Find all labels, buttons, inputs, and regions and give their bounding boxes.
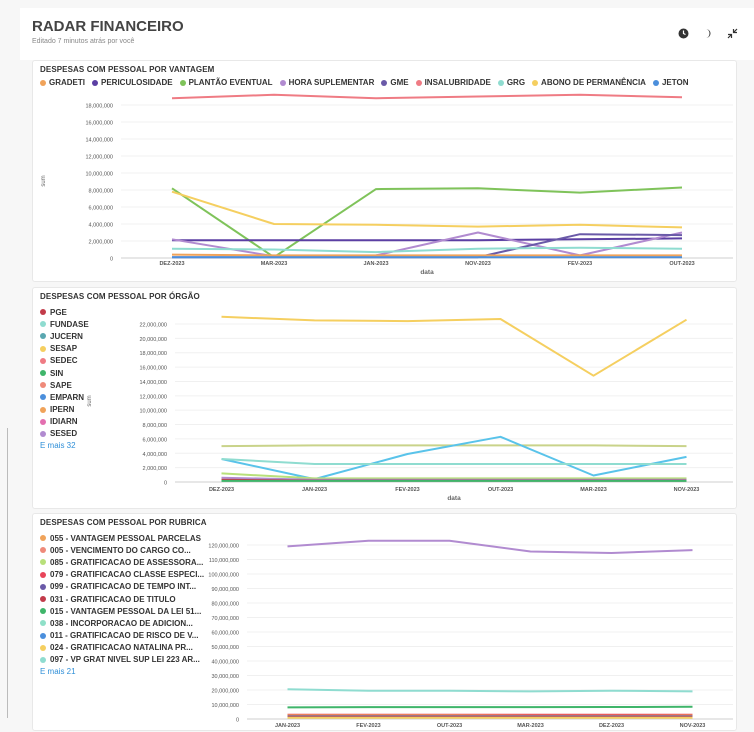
x-tick-label: DEZ-2023 xyxy=(159,261,184,267)
y-tick-label: 0 xyxy=(110,257,113,263)
header-actions xyxy=(678,28,738,42)
x-tick-label: DEZ-2023 xyxy=(599,723,624,729)
series-line xyxy=(172,255,682,256)
left-divider xyxy=(7,428,8,718)
y-tick-label: 10,000,000 xyxy=(211,703,239,709)
y-tick-label: 30,000,000 xyxy=(211,674,239,680)
x-tick-label: OUT-2023 xyxy=(437,723,462,729)
page-title: RADAR FINANCEIRO xyxy=(32,18,184,35)
chart-card-rubrica: DESPESAS COM PESSOAL POR RUBRICA 055 - V… xyxy=(32,513,737,731)
x-tick-label: FEV-2023 xyxy=(395,487,419,493)
series-line xyxy=(288,541,693,553)
x-tick-label: FEV-2023 xyxy=(568,261,592,267)
y-axis-label: sum xyxy=(41,175,47,186)
y-tick-label: 14,000,000 xyxy=(139,380,167,386)
y-tick-label: 16,000,000 xyxy=(139,366,167,372)
x-tick-label: NOV-2023 xyxy=(465,261,491,267)
series-line xyxy=(172,233,682,257)
edited-subtitle: Editado 7 minutos atrás por você xyxy=(32,38,134,45)
y-tick-label: 60,000,000 xyxy=(211,631,239,637)
y-tick-label: 4,000,000 xyxy=(89,223,113,229)
line-chart-vantagem: 0 2,000,000 4,000,000 6,000,000 8,000,000 10,… xyxy=(33,61,738,283)
y-tick-label: 14,000,000 xyxy=(85,138,113,144)
y-tick-label: 12,000,000 xyxy=(139,394,167,400)
y-tick-label: 0 xyxy=(236,718,239,724)
x-tick-label: MAR-2023 xyxy=(580,487,607,493)
clock-icon[interactable] xyxy=(678,28,689,42)
y-axis-label: sum xyxy=(87,395,93,406)
x-tick-label: DEZ-2023 xyxy=(209,487,234,493)
y-tick-label: 12,000,000 xyxy=(85,155,113,161)
x-tick-label: NOV-2023 xyxy=(674,487,700,493)
y-tick-label: 22,000,000 xyxy=(139,323,167,329)
y-tick-label: 10,000,000 xyxy=(85,172,113,178)
line-chart-orgao: 0 2,000,000 4,000,000 6,000,000 8,000,000 10,… xyxy=(33,288,738,510)
x-tick-label: OUT-2023 xyxy=(488,487,513,493)
y-tick-label: 8,000,000 xyxy=(89,189,113,195)
line-chart-rubrica: 0 10,000,000 20,000,000 30,000,000 40,000,00… xyxy=(33,514,738,732)
x-tick-label: OUT-2023 xyxy=(669,261,694,267)
y-tick-label: 6,000,000 xyxy=(143,437,167,443)
y-tick-label: 70,000,000 xyxy=(211,616,239,622)
y-tick-label: 4,000,000 xyxy=(143,452,167,458)
y-tick-label: 80,000,000 xyxy=(211,602,239,608)
series-line xyxy=(172,95,682,98)
y-tick-label: 2,000,000 xyxy=(143,466,167,472)
y-tick-label: 18,000,000 xyxy=(139,351,167,357)
chart-card-orgao: DESPESAS COM PESSOAL POR ÓRGÃO PGEFUNDAS… xyxy=(32,287,737,509)
series-line xyxy=(172,188,682,258)
y-tick-label: 18,000,000 xyxy=(85,104,113,110)
y-tick-label: 40,000,000 xyxy=(211,660,239,666)
series-line xyxy=(288,707,693,708)
collapse-icon[interactable] xyxy=(727,28,738,42)
x-axis-label: data xyxy=(447,495,461,502)
moon-icon[interactable] xyxy=(703,28,713,42)
x-tick-label: JAN-2023 xyxy=(363,261,388,267)
y-tick-label: 120,000,000 xyxy=(208,544,239,550)
chart-card-vantagem: DESPESAS COM PESSOAL POR VANTAGEM GRADET… xyxy=(32,60,737,282)
series-line xyxy=(172,234,682,257)
series-line xyxy=(172,192,682,228)
x-tick-label: MAR-2023 xyxy=(517,723,544,729)
x-tick-label: JAN-2023 xyxy=(302,487,327,493)
y-tick-label: 2,000,000 xyxy=(89,240,113,246)
x-tick-label: FEV-2023 xyxy=(356,723,380,729)
dashboard-header: RADAR FINANCEIRO Editado 7 minutos atrás… xyxy=(20,8,754,60)
x-tick-label: JAN-2023 xyxy=(275,723,300,729)
series-line xyxy=(222,437,687,479)
y-tick-label: 16,000,000 xyxy=(85,121,113,127)
y-tick-label: 20,000,000 xyxy=(139,337,167,343)
series-line xyxy=(172,238,682,240)
x-tick-label: MAR-2023 xyxy=(261,261,288,267)
y-tick-label: 50,000,000 xyxy=(211,645,239,651)
y-tick-label: 100,000,000 xyxy=(208,573,239,579)
y-tick-label: 20,000,000 xyxy=(211,689,239,695)
x-axis-label: data xyxy=(420,269,434,276)
y-tick-label: 90,000,000 xyxy=(211,587,239,593)
series-line xyxy=(222,459,687,464)
y-tick-label: 8,000,000 xyxy=(143,423,167,429)
y-tick-label: 0 xyxy=(164,481,167,487)
y-tick-label: 10,000,000 xyxy=(139,409,167,415)
x-tick-label: NOV-2023 xyxy=(680,723,706,729)
y-tick-label: 6,000,000 xyxy=(89,206,113,212)
y-tick-label: 110,000,000 xyxy=(209,558,239,564)
